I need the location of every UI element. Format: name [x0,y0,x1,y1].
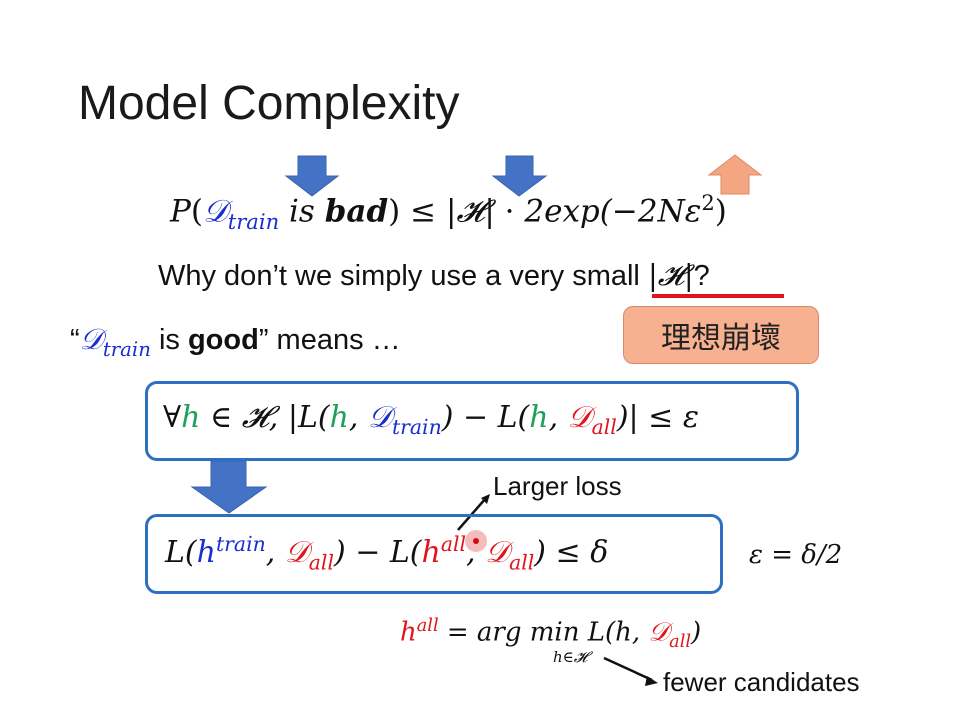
laser-pointer-core [473,538,479,544]
up-arrow-icon [707,154,763,195]
loss-gap-equation: L(htrain, 𝒟all) − L(hall, 𝒟all) ≤ δ [165,532,609,575]
fewer-candidates-label: fewer candidates [663,667,860,697]
larger-loss-label: Larger loss [493,471,622,501]
h-all-definition: hall = arg min L(h, 𝒟all) [400,616,702,652]
question-text: Why don’t we simply use a very small |𝓗|… [158,258,710,292]
red-underline [652,294,784,298]
good-definition-line: “𝒟train is good” means … [70,322,401,361]
down-arrow-icon [190,460,268,514]
argmin-subscript: h∈𝓗 [553,648,588,666]
uniform-bound-equation: ∀h ∈ 𝓗, |L(h, 𝒟train) − L(h, 𝒟all)| ≤ ε [163,400,699,440]
epsilon-note: ε = δ/2 [749,540,843,570]
hoeffding-bound-equation: P(𝒟train is bad) ≤ |𝓗| · 2exp(−2Nε2) [170,190,727,234]
pointer-arrow-icon [603,656,658,686]
ideal-collapse-label: 理想崩壞 [623,306,819,364]
